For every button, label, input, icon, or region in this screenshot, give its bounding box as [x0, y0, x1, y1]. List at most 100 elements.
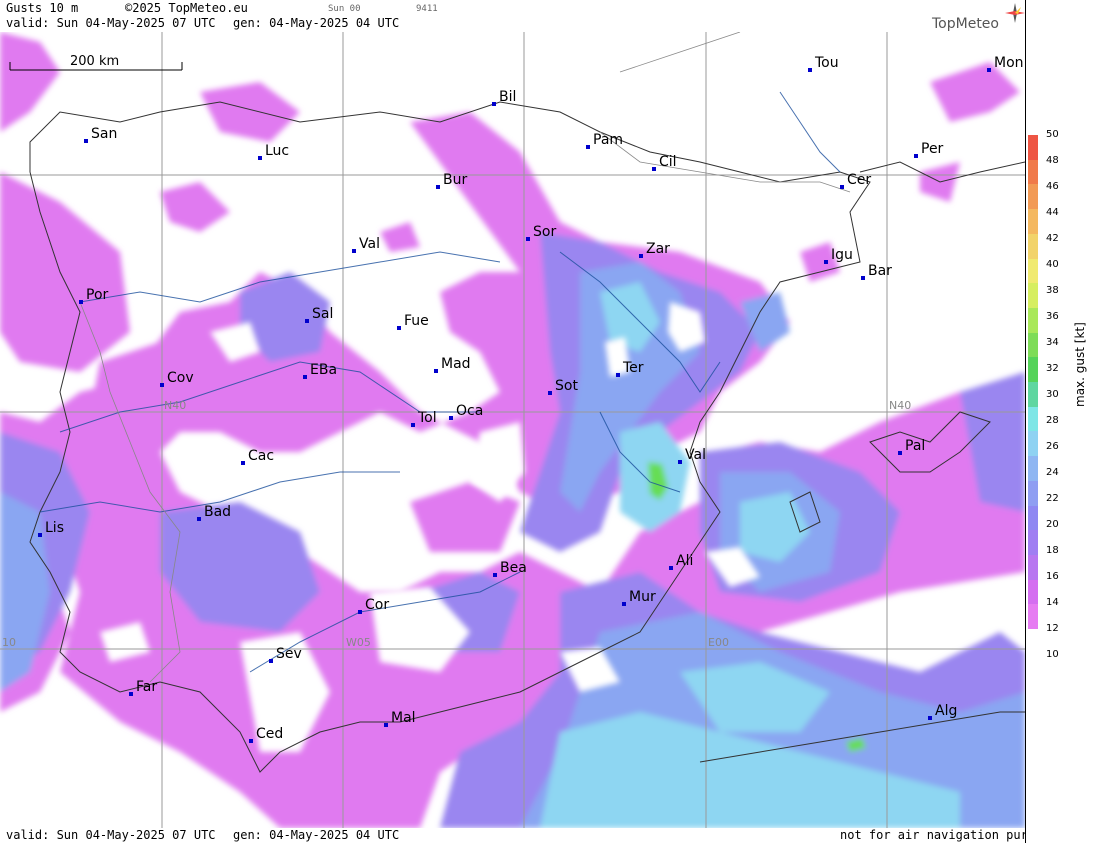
city-dot: [269, 659, 273, 663]
legend-tick-label: 44: [1046, 207, 1059, 218]
city-dot: [548, 391, 552, 395]
legend-tick-label: 50: [1046, 129, 1059, 140]
legend-tick-label: 18: [1046, 545, 1059, 556]
legend-tick-label: 34: [1046, 337, 1059, 348]
grid-label-n40-right: N40: [889, 399, 911, 412]
legend-color-step: [1028, 357, 1038, 383]
city-dot: [436, 185, 440, 189]
run-label: Sun 00: [328, 4, 361, 14]
legend-color-step: [1028, 258, 1038, 284]
legend-tick-label: 42: [1046, 233, 1059, 244]
city-label: Ter: [622, 360, 644, 376]
city-label: Mad: [441, 356, 471, 372]
legend-color-step: [1028, 382, 1038, 408]
city-dot: [249, 739, 253, 743]
compass-logo-icon: [1005, 3, 1025, 23]
legend-tick-label: 10: [1046, 649, 1059, 660]
city-dot: [397, 326, 401, 330]
city-label: Por: [86, 287, 109, 303]
legend-color-step: [1028, 332, 1038, 358]
city-label: Pam: [593, 132, 623, 148]
city-dot: [616, 373, 620, 377]
city-dot: [526, 237, 530, 241]
city-label: Sot: [555, 378, 578, 394]
city-label: Fue: [404, 313, 429, 329]
city-label: Sor: [533, 224, 556, 240]
legend-tick-label: 38: [1046, 285, 1059, 296]
city-label: Cac: [248, 448, 274, 464]
legend-tick-label: 48: [1046, 155, 1059, 166]
city-label: Ced: [256, 726, 283, 742]
legend-tick-label: 24: [1046, 467, 1059, 478]
map-header: Gusts 10 m ©2025 TopMeteo.eu Sun 00 9411…: [0, 0, 1025, 32]
legend-color-step: [1028, 184, 1038, 210]
city-label: Sal: [312, 306, 333, 322]
legend-tick-label: 22: [1046, 493, 1059, 504]
legend-color-step: [1028, 406, 1038, 432]
city-dot: [352, 249, 356, 253]
weather-map[interactable]: 200 km N40 N40 10 W05 E00 Tou Mon Bil San Pa…: [0, 32, 1025, 828]
legend-tick-label: 14: [1046, 597, 1059, 608]
footer-gen: gen: 04-May-2025 04 UTC: [233, 828, 400, 842]
city-label: Pal: [905, 438, 925, 454]
legend-color-step: [1028, 209, 1038, 235]
city-label: Bad: [204, 504, 231, 520]
city-dot: [411, 423, 415, 427]
city-label: Oca: [456, 403, 483, 419]
legend-color-step: [1028, 233, 1038, 259]
city-label: Per: [921, 141, 944, 157]
city-dot: [622, 602, 626, 606]
grid-label-w05: W05: [346, 636, 371, 649]
city-dot: [38, 533, 42, 537]
city-label: Ali: [676, 553, 693, 569]
legend-tick-label: 16: [1046, 571, 1059, 582]
legend-color-step: [1028, 530, 1038, 556]
city-dot: [358, 610, 362, 614]
legend-title: max. gust [kt]: [1073, 322, 1087, 407]
city-dot: [258, 156, 262, 160]
city-dot: [241, 461, 245, 465]
legend-color-step: [1028, 505, 1038, 531]
city-label: Sev: [276, 646, 302, 662]
legend-tick-label: 40: [1046, 259, 1059, 270]
city-dot: [434, 369, 438, 373]
legend-color-step: [1028, 159, 1038, 185]
legend-color-step: [1028, 554, 1038, 581]
legend-color-step: [1028, 456, 1038, 482]
legend-color-step: [1028, 283, 1038, 309]
legend-color-step: [1028, 480, 1038, 506]
gen-time: gen: 04-May-2025 04 UTC: [233, 16, 400, 30]
legend-tick-label: 32: [1046, 363, 1059, 374]
city-dot: [669, 566, 673, 570]
city-dot: [305, 319, 309, 323]
city-dot: [928, 716, 932, 720]
legend-color-step: [1028, 135, 1038, 161]
city-label: Luc: [265, 143, 289, 159]
legend-tick-label: 36: [1046, 311, 1059, 322]
city-label: Cil: [659, 154, 677, 170]
grid-label-w10: 10: [2, 636, 16, 649]
city-label: Cer: [847, 172, 871, 188]
city-label: Cor: [365, 597, 389, 613]
city-dot: [824, 260, 828, 264]
city-label: Tou: [814, 55, 839, 71]
city-label: Mur: [629, 589, 656, 605]
city-label: Igu: [831, 247, 853, 263]
city-label: Val: [685, 447, 706, 463]
copyright: ©2025 TopMeteo.eu: [125, 1, 248, 15]
city-dot: [898, 451, 902, 455]
legend-color-step: [1028, 431, 1038, 457]
city-dot: [586, 145, 590, 149]
legend-tick-label: 46: [1046, 181, 1059, 192]
legend-color-bar: [1028, 135, 1038, 630]
city-dot: [129, 692, 133, 696]
city-label: EBa: [310, 362, 337, 378]
grid-label-n40-left: N40: [164, 399, 186, 412]
legend-color-step: [1028, 604, 1038, 630]
city-label: Tol: [417, 410, 437, 426]
city-dot: [493, 573, 497, 577]
city-dot: [861, 276, 865, 280]
city-label: Cov: [167, 370, 194, 386]
gust-legend: 50 48 46 44 42 40 38 36 34 32 30 28 26 24 22 20 18 16 14 12…: [1025, 0, 1117, 843]
city-label: Val: [359, 236, 380, 252]
